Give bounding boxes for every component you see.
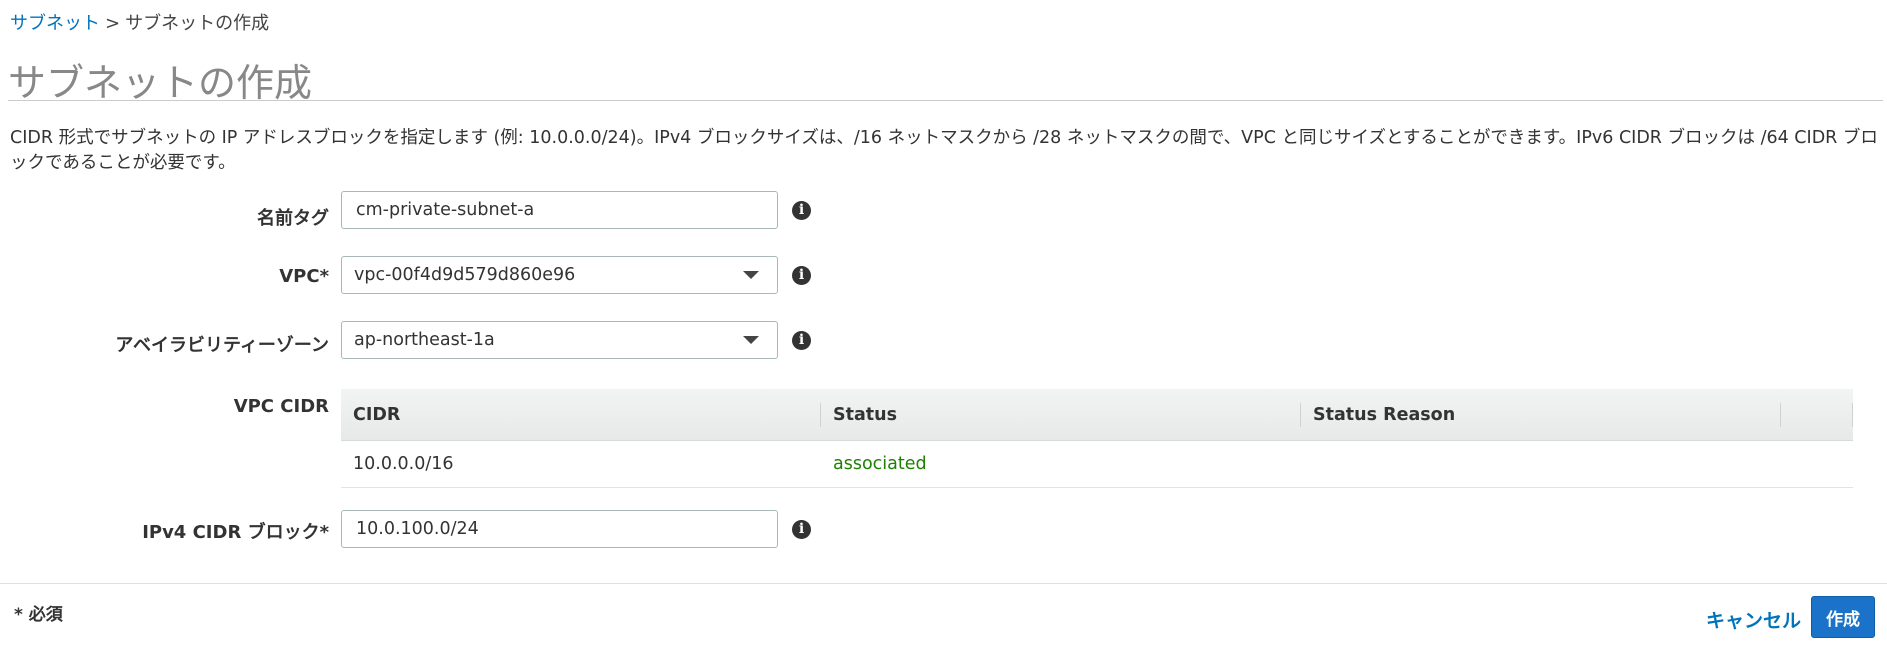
vpc-cidr-table: CIDR Status Status Reason 10.0.0.0/16 as… [341, 389, 1853, 488]
vpc-cidr-label: VPC CIDR [233, 396, 329, 417]
footer-divider [0, 583, 1887, 584]
column-header-status-reason: Status Reason [1301, 402, 1781, 427]
cancel-button[interactable]: キャンセル [1706, 606, 1801, 633]
table-header: CIDR Status Status Reason [341, 389, 1853, 441]
info-icon[interactable]: i [792, 266, 811, 285]
info-icon[interactable]: i [792, 201, 811, 220]
create-button[interactable]: 作成 [1811, 596, 1875, 638]
vpc-label: VPC* [279, 266, 329, 287]
info-icon[interactable]: i [792, 520, 811, 539]
table-row: 10.0.0.0/16 associated [341, 441, 1853, 488]
breadcrumb-separator: > [105, 13, 121, 34]
required-note: * 必須 [14, 605, 63, 625]
name-tag-label: 名前タグ [257, 208, 329, 229]
chevron-down-icon [743, 271, 759, 279]
ipv4-cidr-input[interactable] [341, 510, 778, 548]
availability-zone-select[interactable]: ap-northeast-1a [341, 321, 778, 359]
column-header-cidr: CIDR [341, 402, 821, 427]
page-description: CIDR 形式でサブネットの IP アドレスブロックを指定します (例: 10.… [10, 128, 1878, 173]
page-title: サブネットの作成 [8, 61, 313, 105]
availability-zone-label: アベイラビリティーゾーン [115, 335, 329, 356]
column-header-empty [1781, 402, 1853, 427]
chevron-down-icon [743, 336, 759, 344]
availability-zone-select-value: ap-northeast-1a [354, 330, 495, 350]
info-icon[interactable]: i [792, 331, 811, 350]
cell-status: associated [833, 454, 927, 474]
breadcrumb-link-subnets[interactable]: サブネット [10, 13, 100, 34]
title-divider [8, 100, 1883, 101]
ipv4-cidr-label: IPv4 CIDR ブロック* [142, 522, 329, 543]
vpc-select[interactable]: vpc-00f4d9d579d860e96 [341, 256, 778, 294]
cell-cidr: 10.0.0.0/16 [353, 454, 454, 474]
breadcrumb: サブネット > サブネットの作成 [10, 9, 269, 35]
breadcrumb-current: サブネットの作成 [125, 13, 270, 34]
column-header-status: Status [821, 402, 1301, 427]
vpc-select-value: vpc-00f4d9d579d860e96 [354, 265, 576, 285]
name-tag-input[interactable] [341, 191, 778, 229]
